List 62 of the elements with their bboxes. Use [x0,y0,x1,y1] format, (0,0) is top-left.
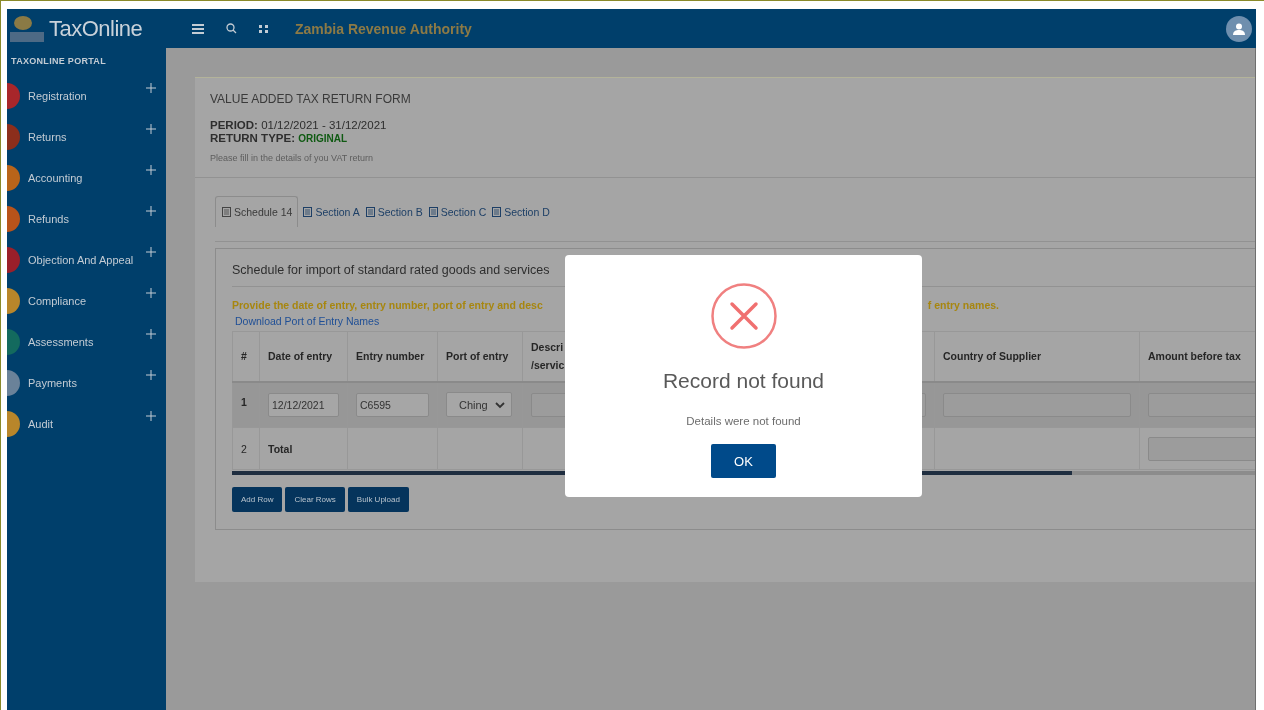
return-type-text: RETURN TYPE: ORIGINAL [210,132,349,145]
ok-button[interactable]: OK [711,444,776,478]
tab[interactable]: Schedule 14 [215,196,299,227]
sidebar-item[interactable]: Registration [7,75,166,116]
grid-icon[interactable] [259,24,269,33]
crest-logo-icon [9,13,45,44]
site-title: Zambia Revenue Authority [295,20,472,37]
document-icon [303,207,313,217]
plus-icon[interactable] [146,206,156,216]
column-header: Amount before tax [1139,331,1255,382]
document-icon [492,207,502,217]
column-header: Entry number [347,331,438,382]
text-field[interactable]: 12/12/2021 [268,392,339,417]
action-button[interactable]: Add Row [232,487,283,512]
text-field[interactable] [1148,392,1255,417]
sidebar-item[interactable]: Compliance [7,280,166,321]
instruction-text: f entry names. [927,299,999,311]
column-header: Country of Supplier [934,331,1140,382]
row-number: 1 [241,395,247,408]
dropdown[interactable]: Ching [446,392,512,418]
plus-icon[interactable] [146,411,156,421]
tab[interactable]: Section B [362,196,426,227]
column-header: # [232,331,260,382]
document-icon [365,207,375,217]
chevron-down-icon [495,400,505,409]
column-header: Port of entry [437,331,523,382]
plus-icon[interactable] [146,165,156,175]
tab[interactable]: Section D [489,196,553,227]
action-button[interactable]: Clear Rows [285,487,345,512]
sidebar-item[interactable]: Payments [7,362,166,403]
sidebar-item[interactable]: Returns [7,116,166,157]
plus-icon[interactable] [146,83,156,93]
user-avatar[interactable] [1226,15,1252,42]
sidebar-item[interactable]: Assessments [7,321,166,362]
tab[interactable]: Section C [425,196,490,227]
dialog-message: Details were not found [686,415,801,427]
document-icon [428,207,438,217]
logo-text: TaxOnline [49,15,143,42]
text-field[interactable]: C6595 [356,392,429,417]
table-cell: Total [268,442,293,455]
plus-icon[interactable] [146,124,156,134]
row-number: 2 [241,442,247,455]
form-title: VALUE ADDED TAX RETURN FORM [210,92,412,106]
error-icon [710,283,777,349]
tab[interactable]: Section A [300,196,363,227]
plus-icon[interactable] [146,329,156,339]
sidebar-item[interactable]: Refunds [7,198,166,239]
menu-icon[interactable] [192,23,204,34]
plus-icon[interactable] [146,247,156,257]
document-icon [222,207,231,217]
plus-icon[interactable] [146,288,156,298]
sidebar-item[interactable]: Objection And Appeal [7,239,166,280]
period-text: PERIOD: 01/12/2021 - 31/12/2021 [210,119,388,132]
sidebar-heading: TAXONLINE PORTAL [10,56,107,66]
sidebar-item[interactable]: Audit [7,403,166,444]
search-icon[interactable] [226,23,237,34]
text-field[interactable] [1148,436,1255,461]
sidebar-item[interactable]: Accounting [7,157,166,198]
column-header: Date of entry [259,331,348,382]
action-button[interactable]: Bulk Upload [347,487,409,512]
plus-icon[interactable] [146,370,156,380]
instruction-text: Provide the date of entry, entry number, port of entry and desc [232,299,543,311]
